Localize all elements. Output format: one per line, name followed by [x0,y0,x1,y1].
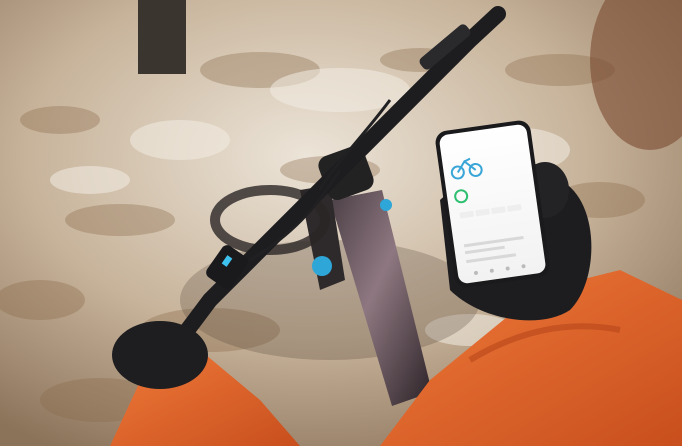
scene [0,0,682,446]
stem-blue-accent [380,199,392,211]
left-glove [112,321,208,389]
phone-subtitle [477,147,517,153]
photo [0,0,682,446]
fork-blue-accent [312,256,332,276]
tree-trunk [138,0,186,74]
